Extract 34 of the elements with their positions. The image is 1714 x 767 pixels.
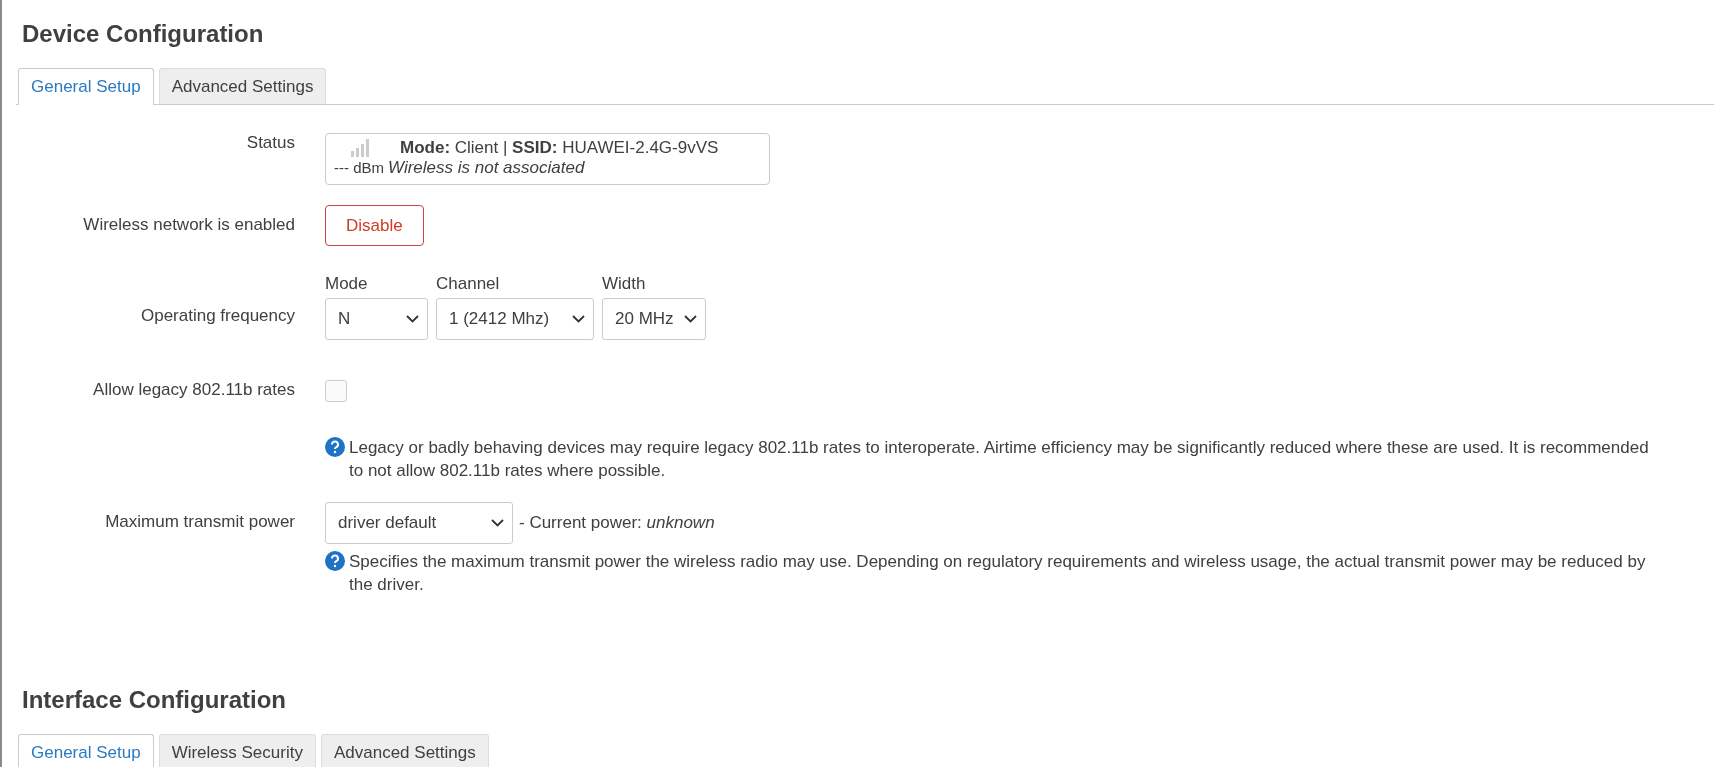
dropdown[interactable]: 1 (2412 Mhz) [436, 298, 594, 340]
section-title: Device Configuration [22, 19, 265, 48]
tab[interactable]: Advanced Settings [320, 734, 489, 767]
select-caption: Width [602, 274, 647, 294]
tab[interactable]: General Setup [18, 734, 154, 767]
help-text: Legacy or badly behaving devices may require legacy 802.11b rates to interoperate. Airtime efficiency may be significantly reduced where these are used. It is recommended to not allow 802.11b rates where possible. [349, 437, 1650, 482]
select-caption: Mode [325, 274, 369, 294]
chevron-down-icon [572, 315, 585, 323]
current-power: - Current power: unknown [519, 513, 715, 533]
select-caption: Channel [436, 274, 501, 294]
help-icon [325, 551, 345, 571]
tab[interactable]: General Setup [18, 68, 154, 105]
field-label: Maximum transmit power [104, 512, 295, 532]
field-label: Operating frequency [139, 306, 295, 326]
chevron-down-icon [684, 315, 697, 323]
status-mode: Mode: Client | SSID: HUAWEI-2.4G-9vVS [400, 138, 719, 158]
association-state: Wireless is not associated [388, 158, 585, 178]
chevron-down-icon [406, 315, 419, 323]
dropdown[interactable]: driver default [325, 502, 513, 544]
help-icon [325, 437, 345, 457]
section-title: Interface Configuration [22, 685, 287, 714]
signal-bars-icon [350, 138, 372, 158]
field-label: Status [245, 133, 295, 153]
checkbox[interactable] [325, 380, 347, 402]
disable-button[interactable]: Disable [325, 205, 424, 246]
chevron-down-icon [491, 519, 504, 527]
dropdown[interactable]: N [325, 298, 428, 340]
help-text: Specifies the maximum transmit power the wireless radio may use. Depending on regulatory requirements and wireless usage, the actual transmit power may be reduced by the driver. [349, 551, 1647, 596]
field-label: Allow legacy 802.11b rates [92, 380, 295, 400]
field-label: Wireless network is enabled [82, 215, 295, 235]
signal-strength: --- dBm [334, 158, 384, 178]
tab[interactable]: Wireless Security [158, 734, 316, 767]
dropdown[interactable]: 20 MHz [602, 298, 706, 340]
tab[interactable]: Advanced Settings [158, 68, 327, 104]
